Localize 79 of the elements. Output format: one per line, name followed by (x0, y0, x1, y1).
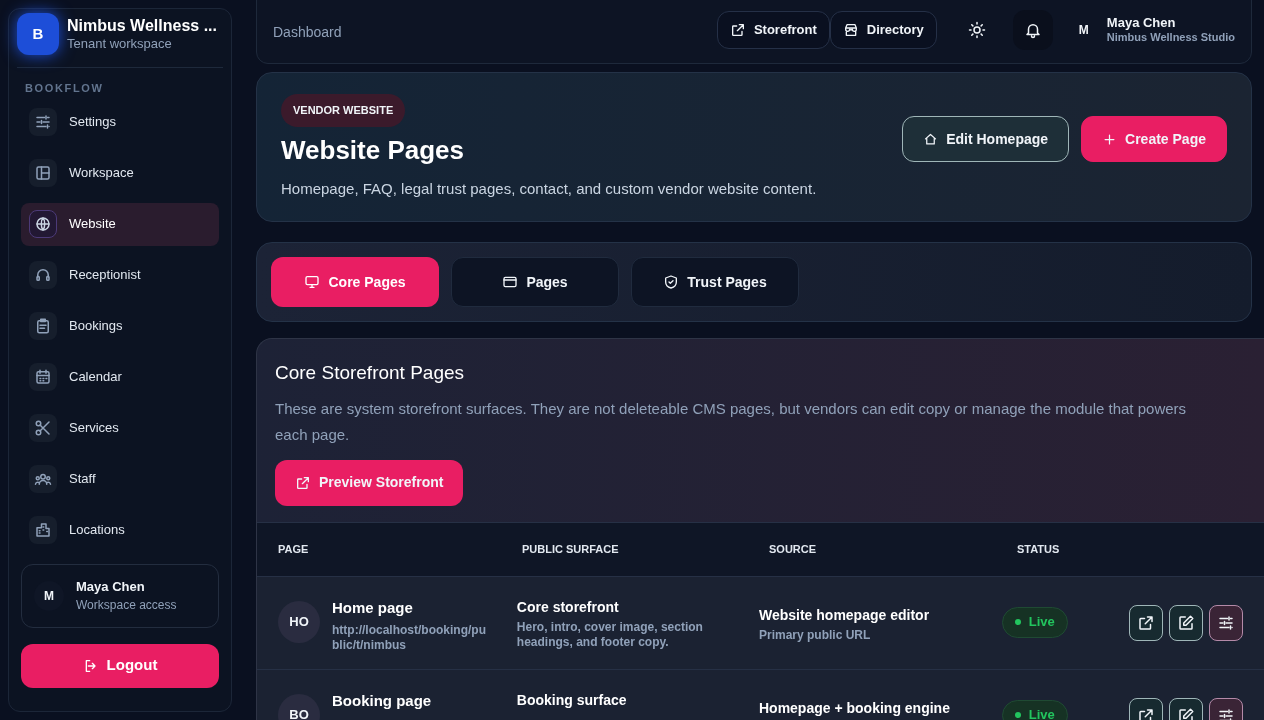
sidebar-item[interactable]: Receptionist (21, 253, 219, 297)
column-header: STATUS (1017, 541, 1061, 557)
external-link-icon (295, 474, 311, 491)
sliders-icon (1217, 706, 1235, 720)
edit-page-button[interactable] (1169, 604, 1203, 641)
tab[interactable]: Core Pages (271, 257, 439, 307)
user-name: Maya Chen (76, 577, 146, 596)
preview-storefront-button[interactable]: Preview Storefront (275, 459, 464, 506)
plus-icon (1102, 131, 1118, 147)
sidebar-item[interactable]: Locations (21, 508, 219, 552)
page-avatar: BO (278, 693, 320, 720)
sidebar-item[interactable]: Bookings (21, 304, 219, 348)
top-link[interactable]: Storefront (716, 11, 830, 49)
open-page-button[interactable] (1129, 604, 1163, 641)
column-header: PUBLIC SURFACE (522, 541, 620, 557)
sliders-icon (1217, 613, 1235, 632)
external-link-icon (1137, 706, 1155, 720)
calendar-icon (34, 368, 52, 386)
edit-homepage-button[interactable]: Edit Homepage (902, 116, 1070, 162)
source-name: Homepage + booking engine (758, 698, 951, 718)
external-link-icon (729, 22, 746, 38)
sliders-icon (34, 113, 52, 131)
clipboard-icon (34, 317, 52, 335)
create-page-button[interactable]: Create Page (1081, 116, 1227, 162)
section-description: These are system storefront surfaces. They are not deleteable CMS pages, but vendors can edit copy or manage the module that powers each page. (275, 398, 1188, 445)
shield-check-icon (663, 274, 680, 290)
tab[interactable]: Trust Pages (631, 257, 799, 307)
layout-icon (34, 164, 52, 182)
page-name: Booking page (332, 690, 432, 711)
settings-button[interactable] (1209, 604, 1243, 641)
user-role: Workspace access (76, 597, 177, 615)
source-note: Primary public URL (758, 626, 872, 644)
brand-name: Nimbus Wellness ... (67, 15, 217, 36)
surface-name: Core storefront (516, 597, 620, 617)
sidebar-item[interactable]: Website (21, 202, 219, 246)
user-name: Maya Chen (1106, 15, 1177, 32)
monitor-icon (304, 274, 321, 290)
source-name: Website homepage editor (758, 605, 931, 625)
notifications-button[interactable] (1012, 10, 1053, 50)
column-header: SOURCE (769, 541, 818, 557)
page-description: Homepage, FAQ, legal trust pages, contact, and custom vendor website content. (281, 178, 818, 199)
workspace-name: Nimbus Wellness Studio (1106, 31, 1235, 45)
headset-icon (34, 266, 52, 284)
sidebar-item[interactable]: Services (21, 406, 219, 450)
bell-icon (1023, 21, 1042, 39)
section-title: Core Storefront Pages (275, 361, 466, 385)
surface-note: Hero, intro, cover image, section headings, and footer copy. (516, 619, 704, 650)
user-avatar: M (34, 580, 64, 611)
logout-button[interactable]: Logout (21, 643, 219, 688)
surface-name: Booking surface (516, 690, 628, 710)
tab[interactable]: Pages (451, 257, 619, 307)
sidebar-item[interactable]: Staff (21, 457, 219, 501)
page-name: Home page (332, 597, 414, 618)
sidebar-item[interactable]: Settings (21, 100, 219, 144)
section-label: BOOKFLOW (24, 81, 105, 96)
storefront-icon (842, 22, 859, 38)
status-badge: Live (1001, 699, 1068, 720)
page-url: http://localhost/booking/public/t/nimbus (332, 623, 487, 653)
user-avatar: M (1077, 22, 1090, 39)
edit-icon (1177, 706, 1195, 720)
browser-window-icon (502, 274, 519, 290)
category-badge: VENDOR WEBSITE (281, 94, 406, 127)
sidebar-item[interactable]: Workspace (21, 151, 219, 195)
page-avatar: HO (278, 600, 320, 643)
external-link-icon (1137, 613, 1155, 632)
sun-icon (967, 21, 986, 39)
building-icon (34, 521, 52, 539)
top-link[interactable]: Directory (829, 11, 937, 49)
sidebar-item[interactable]: Calendar (21, 355, 219, 399)
brand-subtitle: Tenant workspace (67, 35, 173, 53)
brand-logo: B (17, 13, 59, 55)
edit-icon (1177, 613, 1195, 632)
page-title: Website Pages (281, 133, 466, 167)
house-icon (923, 131, 939, 147)
column-header: PAGE (278, 541, 310, 557)
scissors-icon (34, 419, 52, 437)
breadcrumb: Dashboard (273, 22, 343, 42)
globe-icon (34, 215, 52, 233)
status-badge: Live (1001, 606, 1068, 638)
